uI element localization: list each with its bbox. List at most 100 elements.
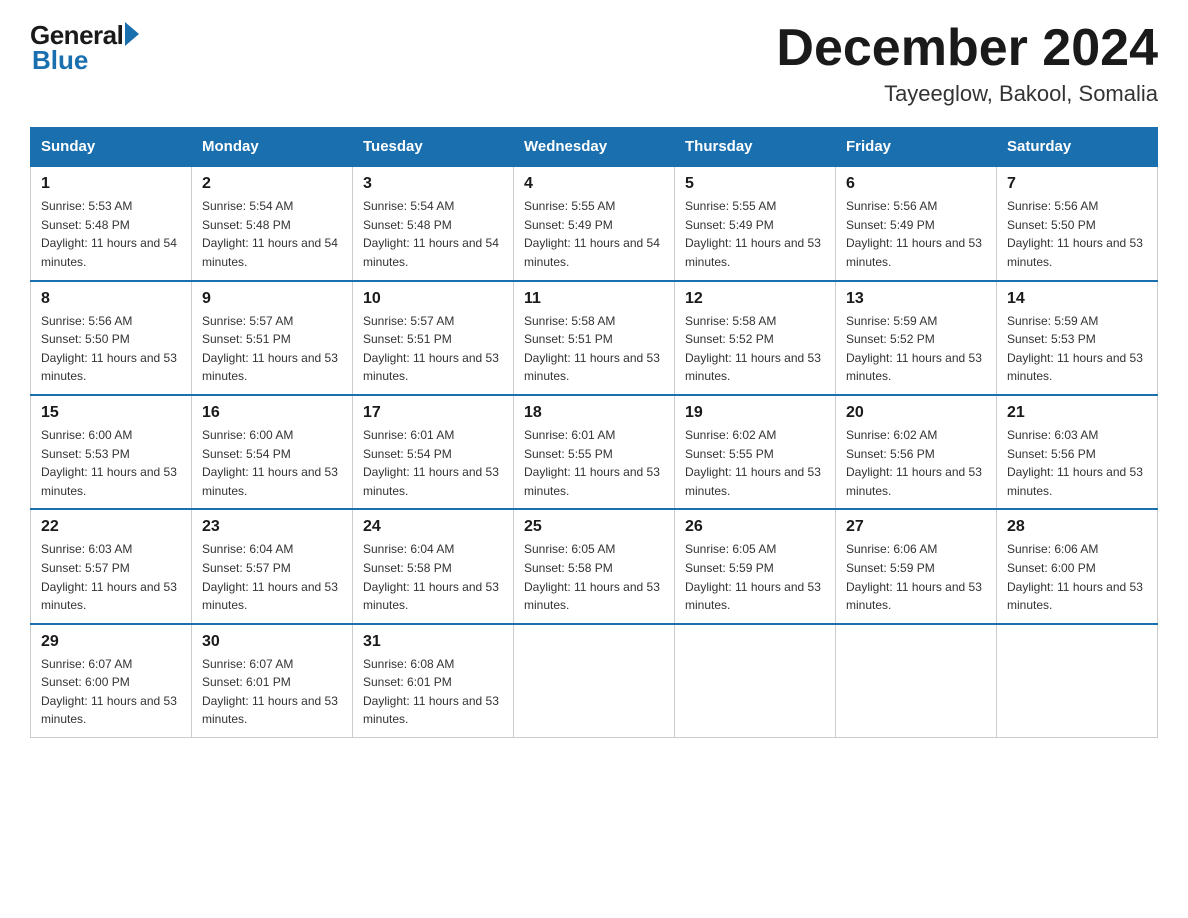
column-header-thursday: Thursday (675, 128, 836, 167)
day-cell: 4 Sunrise: 5:55 AMSunset: 5:49 PMDaylight… (514, 166, 675, 280)
day-info: Sunrise: 6:00 AMSunset: 5:54 PMDaylight:… (202, 426, 342, 500)
day-info: Sunrise: 5:57 AMSunset: 5:51 PMDaylight:… (363, 312, 503, 386)
day-info: Sunrise: 6:07 AMSunset: 6:01 PMDaylight:… (202, 655, 342, 729)
day-number: 26 (685, 518, 825, 536)
day-cell: 19 Sunrise: 6:02 AMSunset: 5:55 PMDayligh… (675, 395, 836, 509)
day-cell: 17 Sunrise: 6:01 AMSunset: 5:54 PMDayligh… (353, 395, 514, 509)
column-header-wednesday: Wednesday (514, 128, 675, 167)
column-header-tuesday: Tuesday (353, 128, 514, 167)
day-number: 4 (524, 175, 664, 193)
day-number: 28 (1007, 518, 1147, 536)
day-cell (514, 624, 675, 738)
day-number: 3 (363, 175, 503, 193)
month-title: December 2024 (776, 20, 1158, 77)
day-cell: 5 Sunrise: 5:55 AMSunset: 5:49 PMDaylight… (675, 166, 836, 280)
logo-blue-text: Blue (32, 45, 88, 76)
day-number: 10 (363, 290, 503, 308)
logo-arrow-icon (125, 22, 139, 46)
day-cell: 25 Sunrise: 6:05 AMSunset: 5:58 PMDayligh… (514, 509, 675, 623)
day-number: 19 (685, 404, 825, 422)
day-info: Sunrise: 6:06 AMSunset: 6:00 PMDaylight:… (1007, 540, 1147, 614)
day-cell: 2 Sunrise: 5:54 AMSunset: 5:48 PMDaylight… (192, 166, 353, 280)
day-cell: 10 Sunrise: 5:57 AMSunset: 5:51 PMDayligh… (353, 281, 514, 395)
day-info: Sunrise: 5:58 AMSunset: 5:51 PMDaylight:… (524, 312, 664, 386)
day-cell: 23 Sunrise: 6:04 AMSunset: 5:57 PMDayligh… (192, 509, 353, 623)
day-number: 5 (685, 175, 825, 193)
day-info: Sunrise: 6:08 AMSunset: 6:01 PMDaylight:… (363, 655, 503, 729)
day-cell (836, 624, 997, 738)
day-cell: 8 Sunrise: 5:56 AMSunset: 5:50 PMDaylight… (31, 281, 192, 395)
day-cell: 20 Sunrise: 6:02 AMSunset: 5:56 PMDayligh… (836, 395, 997, 509)
day-info: Sunrise: 6:07 AMSunset: 6:00 PMDaylight:… (41, 655, 181, 729)
day-number: 9 (202, 290, 342, 308)
day-number: 14 (1007, 290, 1147, 308)
day-number: 24 (363, 518, 503, 536)
day-info: Sunrise: 5:59 AMSunset: 5:52 PMDaylight:… (846, 312, 986, 386)
day-cell: 30 Sunrise: 6:07 AMSunset: 6:01 PMDayligh… (192, 624, 353, 738)
day-number: 25 (524, 518, 664, 536)
day-number: 12 (685, 290, 825, 308)
day-cell: 24 Sunrise: 6:04 AMSunset: 5:58 PMDayligh… (353, 509, 514, 623)
day-info: Sunrise: 6:04 AMSunset: 5:57 PMDaylight:… (202, 540, 342, 614)
day-info: Sunrise: 5:53 AMSunset: 5:48 PMDaylight:… (41, 197, 181, 271)
column-header-monday: Monday (192, 128, 353, 167)
day-number: 1 (41, 175, 181, 193)
day-number: 17 (363, 404, 503, 422)
day-number: 23 (202, 518, 342, 536)
day-cell: 18 Sunrise: 6:01 AMSunset: 5:55 PMDayligh… (514, 395, 675, 509)
day-info: Sunrise: 5:59 AMSunset: 5:53 PMDaylight:… (1007, 312, 1147, 386)
day-cell: 16 Sunrise: 6:00 AMSunset: 5:54 PMDayligh… (192, 395, 353, 509)
day-cell: 3 Sunrise: 5:54 AMSunset: 5:48 PMDaylight… (353, 166, 514, 280)
location-text: Tayeeglow, Bakool, Somalia (776, 81, 1158, 107)
day-cell (675, 624, 836, 738)
column-header-friday: Friday (836, 128, 997, 167)
day-number: 16 (202, 404, 342, 422)
day-info: Sunrise: 6:01 AMSunset: 5:54 PMDaylight:… (363, 426, 503, 500)
header-row: SundayMondayTuesdayWednesdayThursdayFrid… (31, 128, 1158, 167)
day-info: Sunrise: 6:01 AMSunset: 5:55 PMDaylight:… (524, 426, 664, 500)
day-number: 18 (524, 404, 664, 422)
day-cell: 11 Sunrise: 5:58 AMSunset: 5:51 PMDayligh… (514, 281, 675, 395)
day-number: 27 (846, 518, 986, 536)
day-info: Sunrise: 6:05 AMSunset: 5:58 PMDaylight:… (524, 540, 664, 614)
calendar-table: SundayMondayTuesdayWednesdayThursdayFrid… (30, 127, 1158, 738)
day-info: Sunrise: 6:05 AMSunset: 5:59 PMDaylight:… (685, 540, 825, 614)
week-row-3: 15Sunrise: 6:00 AMSunset: 5:53 PMDayligh… (31, 395, 1158, 509)
day-number: 13 (846, 290, 986, 308)
week-row-1: 1 Sunrise: 5:53 AMSunset: 5:48 PMDaylight… (31, 166, 1158, 280)
day-cell: 9 Sunrise: 5:57 AMSunset: 5:51 PMDaylight… (192, 281, 353, 395)
column-header-sunday: Sunday (31, 128, 192, 167)
day-info: Sunrise: 6:03 AMSunset: 5:56 PMDaylight:… (1007, 426, 1147, 500)
day-info: Sunrise: 5:56 AMSunset: 5:50 PMDaylight:… (41, 312, 181, 386)
week-row-4: 22 Sunrise: 6:03 AMSunset: 5:57 PMDayligh… (31, 509, 1158, 623)
day-number: 2 (202, 175, 342, 193)
day-info: Sunrise: 5:55 AMSunset: 5:49 PMDaylight:… (524, 197, 664, 271)
day-number: 30 (202, 633, 342, 651)
day-info: Sunrise: 5:55 AMSunset: 5:49 PMDaylight:… (685, 197, 825, 271)
day-number: 8 (41, 290, 181, 308)
title-area: December 2024 Tayeeglow, Bakool, Somalia (776, 20, 1158, 107)
day-number: 15 (41, 404, 181, 422)
day-number: 22 (41, 518, 181, 536)
day-cell: 13 Sunrise: 5:59 AMSunset: 5:52 PMDayligh… (836, 281, 997, 395)
day-cell: 29 Sunrise: 6:07 AMSunset: 6:00 PMDayligh… (31, 624, 192, 738)
day-cell: 14 Sunrise: 5:59 AMSunset: 5:53 PMDayligh… (997, 281, 1158, 395)
day-info: Sunrise: 5:54 AMSunset: 5:48 PMDaylight:… (363, 197, 503, 271)
day-info: Sunrise: 6:02 AMSunset: 5:55 PMDaylight:… (685, 426, 825, 500)
day-number: 6 (846, 175, 986, 193)
day-info: Sunrise: 5:54 AMSunset: 5:48 PMDaylight:… (202, 197, 342, 271)
day-cell: 31Sunrise: 6:08 AMSunset: 6:01 PMDayligh… (353, 624, 514, 738)
day-number: 29 (41, 633, 181, 651)
day-info: Sunrise: 6:03 AMSunset: 5:57 PMDaylight:… (41, 540, 181, 614)
day-cell: 1 Sunrise: 5:53 AMSunset: 5:48 PMDaylight… (31, 166, 192, 280)
day-info: Sunrise: 5:57 AMSunset: 5:51 PMDaylight:… (202, 312, 342, 386)
day-cell: 6Sunrise: 5:56 AMSunset: 5:49 PMDaylight… (836, 166, 997, 280)
day-cell: 26 Sunrise: 6:05 AMSunset: 5:59 PMDayligh… (675, 509, 836, 623)
day-info: Sunrise: 6:04 AMSunset: 5:58 PMDaylight:… (363, 540, 503, 614)
day-number: 20 (846, 404, 986, 422)
day-info: Sunrise: 6:06 AMSunset: 5:59 PMDaylight:… (846, 540, 986, 614)
week-row-5: 29 Sunrise: 6:07 AMSunset: 6:00 PMDayligh… (31, 624, 1158, 738)
day-number: 11 (524, 290, 664, 308)
day-cell: 7Sunrise: 5:56 AMSunset: 5:50 PMDaylight… (997, 166, 1158, 280)
day-info: Sunrise: 6:02 AMSunset: 5:56 PMDaylight:… (846, 426, 986, 500)
